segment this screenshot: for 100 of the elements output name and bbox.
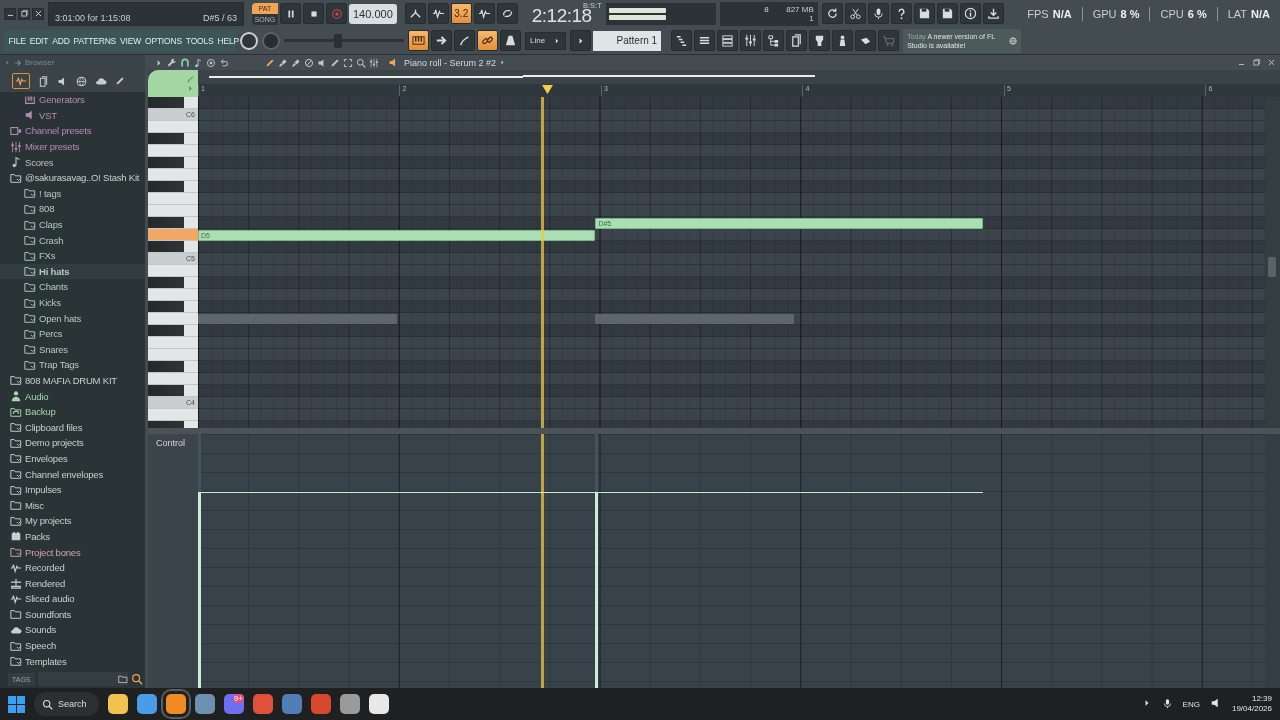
toolbar-button[interactable] [867, 3, 889, 24]
search-field[interactable]: Search [34, 692, 99, 716]
close-button[interactable] [32, 7, 44, 20]
piano-key[interactable] [148, 97, 198, 109]
browser-item[interactable]: @sakurasavag..O! Stash Kit [0, 169, 145, 186]
piano-key[interactable] [148, 241, 198, 253]
menu-item[interactable]: VIEW [118, 35, 143, 46]
menu-item[interactable]: HELP [216, 35, 241, 46]
browser-item[interactable]: Channel presets [0, 123, 145, 139]
menu-item[interactable]: EDIT [28, 35, 50, 46]
browser-item[interactable]: Kicks [0, 294, 145, 311]
browser-item[interactable]: Audio [0, 388, 145, 404]
minimize-button[interactable] [4, 7, 16, 20]
browser-item[interactable]: Trap Tags [0, 357, 145, 373]
piano-key[interactable] [148, 277, 198, 289]
toolbar-button[interactable] [496, 3, 518, 24]
velocity-stem[interactable] [595, 492, 599, 688]
menu-item[interactable]: TOOLS [184, 35, 216, 46]
piano-key[interactable] [148, 325, 198, 337]
browser-item[interactable]: Envelopes [0, 450, 145, 467]
toolbar-button[interactable] [763, 30, 785, 51]
toolbar-button[interactable] [936, 3, 958, 24]
menu-item[interactable]: FILE [7, 35, 28, 46]
menu-item[interactable]: PATTERNS [72, 35, 118, 46]
language-indicator[interactable]: ENG [1182, 699, 1200, 709]
browser-item[interactable]: Channel envelopes [0, 466, 145, 482]
toolbar-button[interactable] [740, 30, 762, 51]
browser-item[interactable]: Demo projects [0, 435, 145, 451]
browser-item[interactable]: Project bones [0, 544, 145, 560]
toolbar-button[interactable] [832, 30, 854, 51]
browser-item[interactable]: My projects [0, 513, 145, 529]
toolbar-button[interactable] [404, 3, 426, 24]
stop-button[interactable] [303, 3, 324, 24]
pattern-menu-button[interactable] [570, 30, 592, 51]
browser-item[interactable]: Recorded [0, 559, 145, 576]
volume-knob[interactable] [240, 31, 258, 50]
browser-item[interactable]: Sliced audio [0, 591, 145, 607]
toolbar-button[interactable] [913, 3, 935, 24]
browser-item[interactable]: 808 [0, 201, 145, 217]
browser-item[interactable]: Sounds [0, 622, 145, 638]
browser-item[interactable]: Crash [0, 232, 145, 248]
menu-item[interactable]: OPTIONS [143, 35, 184, 46]
toolbar-button[interactable] [809, 30, 831, 51]
app-icon[interactable] [107, 694, 128, 714]
browser-item[interactable]: Backup [0, 403, 145, 420]
browser-item[interactable]: Packs [0, 528, 145, 545]
app-icon[interactable] [136, 694, 157, 714]
toolbar-button[interactable] [786, 30, 808, 51]
browser-item[interactable]: Templates [0, 653, 145, 669]
control-label[interactable]: Control [148, 434, 198, 688]
browser-item[interactable]: Chants [0, 279, 145, 295]
toolbar-button[interactable] [408, 30, 429, 51]
restore-button[interactable] [18, 7, 30, 20]
browser-item[interactable]: Impulses [0, 481, 145, 498]
tempo-display[interactable]: 140.000 [349, 3, 397, 24]
pitch-slider[interactable] [284, 33, 404, 48]
snap-dropdown[interactable]: Line [525, 31, 567, 50]
toolbar-button[interactable] [982, 3, 1004, 24]
toolbar-button[interactable] [454, 30, 475, 51]
browser-item[interactable]: Snares [0, 341, 145, 358]
clock[interactable]: 12:39 19/04/2026 [1231, 694, 1272, 714]
browser-item[interactable]: Speech [0, 637, 145, 654]
toolbar-button[interactable] [427, 3, 449, 24]
toolbar-button[interactable] [477, 30, 498, 51]
browser-item[interactable]: ! tags [0, 185, 145, 202]
play-button[interactable] [280, 3, 301, 24]
app-icon[interactable] [339, 694, 360, 714]
browser-item[interactable]: Soundfonts [0, 606, 145, 623]
pattern-selector[interactable]: Pattern 1 [593, 30, 662, 51]
menu-item[interactable]: ADD [50, 35, 72, 46]
browser-item[interactable]: Scores [0, 154, 145, 170]
browser-item[interactable]: Hi hats [0, 263, 145, 280]
browser-item[interactable]: Rendered [0, 575, 145, 591]
toolbar-button[interactable] [431, 30, 452, 51]
piano-key[interactable] [148, 157, 198, 169]
browser-item[interactable]: Generators [0, 92, 145, 108]
app-icon[interactable] [368, 694, 389, 714]
start-icon[interactable] [8, 695, 25, 713]
toolbar-button[interactable]: 3.2 [450, 3, 472, 24]
vertical-scrollbar[interactable] [1265, 434, 1280, 688]
vertical-scrollbar[interactable] [1265, 97, 1280, 428]
toolbar-button[interactable] [959, 3, 981, 24]
browser-item[interactable]: VST [0, 107, 145, 124]
piano-key[interactable] [148, 181, 198, 193]
browser-item[interactable]: Mixer presets [0, 138, 145, 155]
toolbar-button[interactable] [671, 30, 693, 51]
piano-key[interactable] [148, 301, 198, 313]
browser-item[interactable]: FXs [0, 247, 145, 264]
toolbar-button[interactable] [500, 30, 521, 51]
piano-key[interactable] [148, 217, 198, 229]
toolbar-button[interactable] [821, 3, 843, 24]
toolbar-button[interactable] [717, 30, 739, 51]
piano-key[interactable] [148, 385, 198, 397]
browser-item[interactable]: Percs [0, 325, 145, 342]
tags-field[interactable] [37, 672, 128, 686]
toolbar-button[interactable] [844, 3, 866, 24]
toolbar-button[interactable] [694, 30, 716, 51]
browser-item[interactable]: Claps [0, 216, 145, 233]
browser-item[interactable]: Open hats [0, 310, 145, 326]
browser-item[interactable]: Clipboard files [0, 419, 145, 436]
